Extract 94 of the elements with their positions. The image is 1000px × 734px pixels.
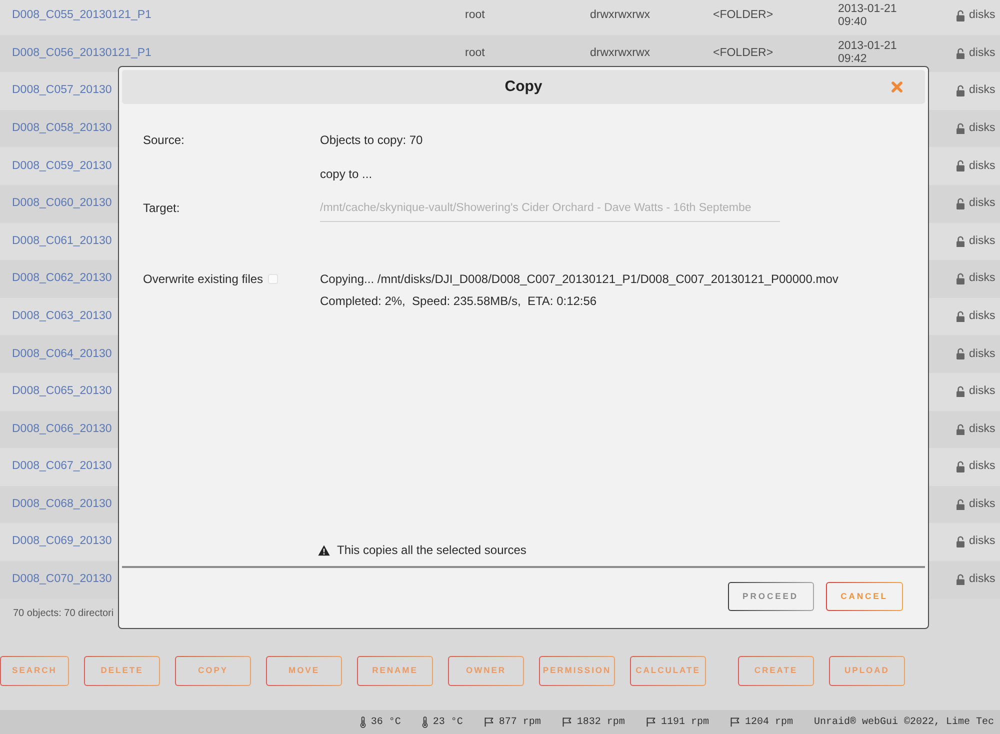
status-text: 36 °C	[370, 716, 401, 730]
folder-link[interactable]: D008_C059_20130	[12, 158, 112, 175]
padlock-icon	[956, 574, 965, 586]
table-cell-text: disks	[969, 83, 996, 98]
folder-link[interactable]: D008_C058_20130	[12, 120, 112, 138]
padlock-icon	[956, 424, 965, 436]
dialog-title: Copy	[504, 76, 542, 97]
table-cell-text: drwxrwxrwx	[590, 46, 650, 61]
padlock-icon	[956, 461, 965, 473]
table-cell-text: disks	[969, 422, 996, 437]
flag-icon	[484, 717, 494, 727]
footer-text: Unraid® webGui ©2022, Lime Tec	[814, 716, 994, 730]
action-button[interactable]: SEARCH	[0, 656, 69, 686]
padlock-icon	[956, 48, 965, 60]
action-button[interactable]: DELETE	[84, 656, 160, 686]
flag-icon	[562, 717, 572, 727]
action-button[interactable]: CALCULATE	[630, 656, 706, 686]
action-button[interactable]: RENAME	[357, 656, 433, 686]
folder-link[interactable]: D008_C055_20130121_P1	[12, 7, 152, 24]
field-label: Overwrite existing files	[143, 271, 264, 288]
status-text: 1832 rpm	[576, 716, 625, 730]
padlock-icon	[956, 536, 965, 548]
table-cell-text: 2013-01-21 09:42	[838, 40, 898, 66]
table-cell-text: disks	[969, 271, 996, 286]
checkbox[interactable]	[268, 274, 278, 284]
padlock-icon	[956, 85, 965, 97]
table-cell-text: disks	[969, 8, 996, 24]
folder-link[interactable]: D008_C062_20130	[12, 270, 112, 288]
thermometer-icon	[360, 716, 366, 728]
summary-text: 70 objects: 70 directori	[13, 606, 114, 620]
table-cell-text: root	[465, 46, 485, 61]
close-button[interactable]	[891, 81, 903, 93]
field-label: Target:	[143, 200, 180, 217]
folder-link[interactable]: D008_C067_20130	[12, 458, 112, 476]
action-button[interactable]: PERMISSION	[539, 656, 615, 686]
action-button[interactable]: CREATE	[738, 656, 814, 686]
padlock-icon	[956, 236, 965, 248]
folder-link[interactable]: D008_C063_20130	[12, 308, 112, 326]
table-cell-text: 2013-01-21 09:40	[838, 2, 898, 29]
close-icon	[891, 81, 903, 93]
folder-link[interactable]: D008_C070_20130	[12, 571, 112, 588]
table-cell-text: <FOLDER>	[713, 46, 774, 61]
padlock-icon	[956, 10, 965, 22]
progress-text: Completed: 2%, Speed: 235.58MB/s, ETA: 0:12:56	[320, 293, 598, 310]
folder-link[interactable]: D008_C061_20130	[12, 232, 112, 250]
action-button[interactable]: OWNER	[448, 656, 524, 686]
padlock-icon	[956, 498, 965, 510]
padlock-icon	[956, 348, 965, 360]
padlock-icon	[956, 310, 965, 322]
folder-link[interactable]: D008_C060_20130	[12, 195, 112, 212]
source-count-text: Objects to copy: 70	[320, 132, 423, 149]
dialog-button[interactable]: CANCEL	[826, 582, 903, 611]
warning-icon	[318, 544, 330, 556]
folder-link[interactable]: D008_C057_20130	[12, 82, 112, 100]
table-cell-text: drwxrwxrwx	[590, 8, 650, 24]
status-text: 1204 rpm	[744, 716, 793, 730]
table-cell-text: disks	[969, 459, 996, 474]
table-cell-text: disks	[969, 120, 996, 136]
table-cell-text: disks	[969, 496, 996, 512]
table-cell-text: <FOLDER>	[713, 8, 774, 24]
action-button[interactable]: UPLOAD	[829, 656, 905, 686]
folder-link[interactable]: D008_C064_20130	[12, 346, 112, 363]
action-button[interactable]: MOVE	[266, 656, 342, 686]
table-cell-text: disks	[969, 534, 996, 550]
status-text: 1191 rpm	[660, 716, 709, 730]
padlock-icon	[956, 160, 965, 172]
folder-link[interactable]: D008_C066_20130	[12, 420, 112, 438]
status-text: 877 rpm	[498, 716, 541, 730]
table-cell-text: disks	[969, 308, 996, 324]
padlock-icon	[956, 386, 965, 398]
table-cell-text: disks	[969, 158, 996, 174]
table-cell-text: disks	[969, 346, 996, 362]
folder-link[interactable]: D008_C069_20130	[12, 533, 112, 551]
progress-text: Copying... /mnt/disks/DJI_D008/D008_C007_20130121_P1/D008_C007_20130121_P00000.mov	[320, 271, 838, 288]
warning-text: This copies all the selected sources	[337, 542, 526, 559]
action-button[interactable]: COPY	[175, 656, 251, 686]
flag-icon	[646, 717, 656, 727]
table-cell-text: root	[465, 8, 485, 24]
table-cell-text: disks	[969, 572, 996, 588]
folder-link[interactable]: D008_C065_20130	[12, 383, 112, 400]
table-cell-text: disks	[969, 234, 996, 249]
table-cell-text: disks	[969, 384, 996, 400]
flag-icon	[730, 717, 740, 727]
folder-link[interactable]: D008_C068_20130	[12, 496, 112, 514]
field-label: Source:	[143, 132, 184, 149]
copy-to-text: copy to ...	[320, 166, 372, 183]
thermometer-icon	[422, 716, 428, 728]
table-cell-text: disks	[969, 196, 996, 212]
table-cell-text: disks	[969, 46, 996, 61]
padlock-icon	[956, 198, 965, 210]
status-text: 23 °C	[432, 716, 463, 730]
padlock-icon	[956, 122, 965, 134]
folder-link[interactable]: D008_C056_20130121_P1	[12, 44, 152, 62]
padlock-icon	[956, 273, 965, 285]
